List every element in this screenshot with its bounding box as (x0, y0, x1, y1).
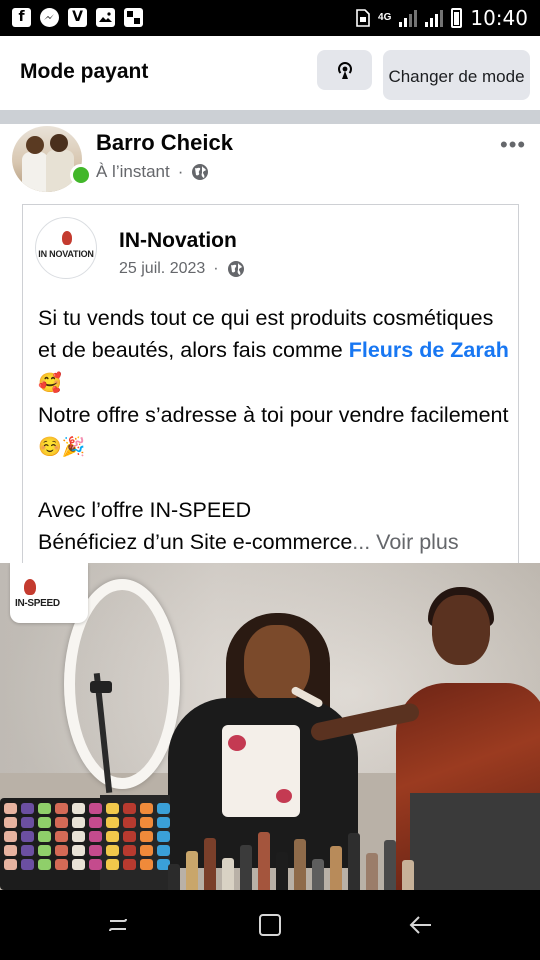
avatar[interactable] (12, 126, 82, 192)
home-button[interactable] (246, 902, 294, 948)
section-divider (0, 110, 540, 124)
facebook-icon: f (12, 8, 31, 27)
shared-post-date[interactable]: 25 juil. 2023 (119, 260, 205, 278)
broadcast-icon (337, 62, 352, 79)
post-paragraph-1: Si tu vends tout ce qui est produits cos… (38, 303, 513, 400)
clock: 10:40 (470, 6, 528, 30)
recent-apps-icon (109, 918, 127, 932)
vlc-icon: V (68, 8, 87, 27)
meta-separator: · (177, 162, 184, 181)
text-line-2: Notre offre s’adresse à toi pour vendre … (38, 402, 509, 427)
change-mode-button[interactable]: Changer de mode (383, 50, 530, 100)
online-status-dot (70, 164, 92, 186)
post-paragraph-4: Bénéficiez d’un Site e-commerce... Voir … (38, 527, 513, 559)
shared-post-meta: 25 juil. 2023 · (119, 260, 245, 278)
post-image[interactable]: IN-SPEED (0, 563, 540, 890)
meta-separator: · (213, 260, 219, 277)
page-logo[interactable]: IN NOVATION (35, 217, 97, 279)
smile-party-emoji: ☺️🎉 (38, 436, 86, 458)
status-bar: f V 4G 10:40 (0, 0, 540, 36)
post-body-text: Si tu vends tout ce qui est produits cos… (38, 303, 513, 558)
messenger-icon (40, 8, 59, 27)
globe-icon[interactable] (191, 163, 209, 181)
home-icon (259, 914, 281, 936)
recent-apps-button[interactable] (94, 902, 142, 948)
back-button[interactable] (397, 902, 445, 948)
post-meta: À l’instant · (96, 162, 209, 182)
system-indicators: 4G 10:40 (356, 0, 528, 36)
mention-link[interactable]: Fleurs de Zarah (349, 338, 509, 362)
signal-2-icon (425, 9, 444, 27)
ellipsis: ... (352, 529, 371, 554)
post-timestamp[interactable]: À l’instant (96, 162, 170, 182)
page-logo-text: IN NOVATION (38, 249, 94, 259)
cast-button[interactable] (317, 50, 372, 90)
back-icon (409, 916, 431, 934)
text-line-3: Avec l’offre IN-SPEED (38, 498, 252, 522)
gallery-alt-icon (124, 8, 143, 27)
text-line-4: Bénéficiez d’un Site e-commerce (38, 529, 353, 554)
notification-icons: f V (12, 8, 143, 27)
shared-post-card[interactable]: IN NOVATION IN-Novation 25 juil. 2023 · … (22, 204, 519, 564)
more-options-button[interactable]: ••• (500, 132, 526, 158)
shared-page-name[interactable]: IN-Novation (119, 229, 237, 253)
lightbulb-icon (24, 579, 36, 595)
globe-icon[interactable] (227, 260, 245, 278)
battery-icon (451, 8, 463, 28)
smiling-hearts-emoji: 🥰 (38, 372, 62, 394)
page-title: Mode payant (20, 60, 149, 83)
signal-1-icon (399, 9, 418, 27)
system-nav-bar (0, 890, 540, 960)
gallery-icon (96, 8, 115, 27)
see-more-link[interactable]: Voir plus (370, 530, 458, 554)
network-type: 4G (378, 12, 392, 23)
app-header: Mode payant Changer de mode (0, 36, 540, 110)
in-speed-watermark: IN-SPEED (10, 563, 88, 623)
watermark-text: IN-SPEED (15, 598, 60, 609)
sim-icon (356, 9, 370, 27)
lightbulb-icon (62, 231, 72, 245)
post-paragraph-2: Notre offre s’adresse à toi pour vendre … (38, 400, 513, 464)
post-author[interactable]: Barro Cheick (96, 130, 233, 156)
